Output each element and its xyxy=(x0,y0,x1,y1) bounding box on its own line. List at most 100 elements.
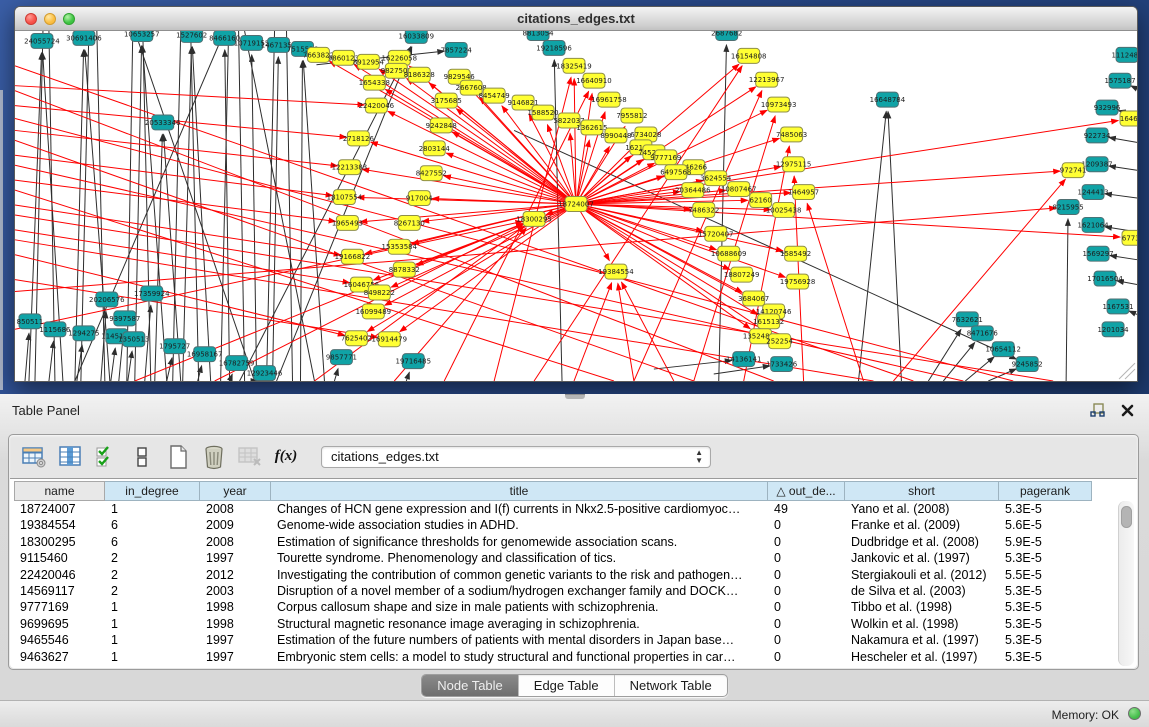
citation-edge-black[interactable] xyxy=(988,369,1016,381)
graph-node-16648784[interactable]: 16648784 xyxy=(870,92,906,107)
graph-node-24055724[interactable]: 24055724 xyxy=(24,33,60,48)
citation-edge-red[interactable] xyxy=(576,171,1060,204)
citation-edge-black[interactable] xyxy=(1131,86,1137,89)
close-panel-icon[interactable] xyxy=(1119,402,1135,418)
graph-node-9857771[interactable]: 9857771 xyxy=(326,350,357,365)
citation-edge-black[interactable] xyxy=(943,343,974,381)
tab-edge-table[interactable]: Edge Table xyxy=(518,675,614,696)
column-header-pagerank[interactable]: pagerank xyxy=(999,481,1092,501)
citation-edge-red[interactable] xyxy=(15,230,350,283)
citation-edge-black[interactable] xyxy=(273,57,279,381)
select-rows-icon[interactable] xyxy=(91,442,121,472)
graph-node-16782759[interactable]: 16782759 xyxy=(219,356,255,371)
column-header-title[interactable]: title xyxy=(271,481,768,501)
table-vertical-scrollbar[interactable] xyxy=(1118,501,1134,666)
table-row[interactable]: 1456911722003Disruption of a novel membe… xyxy=(14,583,1117,599)
citation-edge-black[interactable] xyxy=(1109,137,1137,142)
graph-node-1464957[interactable]: 1464957 xyxy=(788,185,819,200)
citation-edge-red[interactable] xyxy=(893,179,1065,381)
citation-edge-black[interactable] xyxy=(888,112,901,381)
citation-edge-black[interactable] xyxy=(1129,311,1137,314)
citation-edge-red[interactable] xyxy=(371,142,576,204)
scrollbar-thumb[interactable] xyxy=(1121,506,1132,528)
citation-edge-red[interactable] xyxy=(215,224,524,381)
citation-edge-black[interactable] xyxy=(239,31,245,381)
table-settings-icon[interactable] xyxy=(19,442,49,472)
citation-edge-black[interactable] xyxy=(245,31,315,381)
citation-edge-red[interactable] xyxy=(618,283,634,381)
graph-node-16914479[interactable]: 16914479 xyxy=(372,332,408,347)
citation-edge-black[interactable] xyxy=(127,31,133,381)
graph-node-10688609[interactable]: 10688609 xyxy=(711,246,747,261)
graph-node-20206576[interactable]: 20206576 xyxy=(89,292,125,307)
graph-node-10973493[interactable]: 10973493 xyxy=(761,97,797,112)
tab-node-table[interactable]: Node Table xyxy=(422,675,518,696)
graph-node-1654338[interactable]: 1654338 xyxy=(359,75,390,90)
graph-node-19716485[interactable]: 19716485 xyxy=(396,354,432,369)
graph-node-3175685[interactable]: 3175685 xyxy=(431,93,462,108)
graph-node-8498222[interactable]: 8498222 xyxy=(364,285,395,300)
graph-node-1294275[interactable]: 1294275 xyxy=(68,326,99,341)
graph-node-9245852[interactable]: 9245852 xyxy=(1012,357,1043,372)
citation-edge-black[interactable] xyxy=(858,111,886,381)
tab-network-table[interactable]: Network Table xyxy=(614,675,727,696)
table-selector-dropdown[interactable]: citations_edges.txt ▲ ▼ xyxy=(321,446,711,468)
row-height-icon[interactable] xyxy=(127,442,157,472)
graph-node-252254[interactable]: 252254 xyxy=(766,334,793,349)
citation-edge-black[interactable] xyxy=(49,341,54,381)
citation-edge-black[interactable] xyxy=(111,348,115,381)
graph-node-932996[interactable]: 932996 xyxy=(1094,100,1121,115)
citation-edge-black[interactable] xyxy=(1105,194,1137,198)
graph-node-7486322[interactable]: 7486322 xyxy=(688,203,719,218)
graph-node-8267130[interactable]: 8267130 xyxy=(394,215,425,230)
graph-node-1585492[interactable]: 1585492 xyxy=(780,246,811,261)
graph-node-8878332[interactable]: 8878332 xyxy=(389,262,420,277)
graph-node-16640910[interactable]: 16640910 xyxy=(576,73,612,88)
graph-node-1201034[interactable]: 1201034 xyxy=(1097,322,1129,337)
graph-node-8215955[interactable]: 8215955 xyxy=(1053,200,1084,215)
column-header-name[interactable]: name xyxy=(14,481,105,501)
citation-edge-black[interactable] xyxy=(300,61,302,381)
citation-edge-black[interactable] xyxy=(334,369,338,381)
new-table-icon[interactable] xyxy=(163,442,193,472)
graph-node-17359924[interactable]: 17359924 xyxy=(134,286,170,301)
table-row[interactable]: 946554611997Estimation of the future num… xyxy=(14,632,1117,648)
graph-node-19218596[interactable]: 19218596 xyxy=(536,40,572,55)
function-builder-icon[interactable]: f(x) xyxy=(271,442,301,472)
graph-node-7625402[interactable]: 7625402 xyxy=(341,331,372,346)
citation-edge-red[interactable] xyxy=(15,221,522,329)
graph-node-19756928[interactable]: 19756928 xyxy=(780,274,816,289)
graph-node-62160[interactable]: 62160 xyxy=(750,193,772,208)
graph-node-1527602[interactable]: 1527602 xyxy=(176,31,207,42)
citation-edge-red[interactable] xyxy=(15,165,963,381)
citation-edge-black[interactable] xyxy=(97,31,105,381)
graph-node-2803144[interactable]: 2803144 xyxy=(419,141,451,156)
citation-edge-black[interactable] xyxy=(1066,219,1068,381)
graph-node-7632621[interactable]: 7632621 xyxy=(952,312,983,327)
graph-node-18325419[interactable]: 18325419 xyxy=(556,58,592,73)
network-window-titlebar[interactable]: citations_edges.txt xyxy=(15,7,1137,31)
graph-node-7955812[interactable]: 7955812 xyxy=(616,108,647,123)
table-row[interactable]: 1830029562008Estimation of significance … xyxy=(14,534,1117,550)
citation-edge-black[interactable] xyxy=(167,358,172,381)
column-header-in_degree[interactable]: in_degree xyxy=(105,481,200,501)
graph-node-30691406[interactable]: 30691406 xyxy=(66,31,102,45)
graph-node-1115686[interactable]: 1115686 xyxy=(39,322,70,337)
graph-node-1621064[interactable]: 1621064 xyxy=(1078,217,1110,232)
citation-edge-black[interactable] xyxy=(287,31,293,381)
graph-node-20533346[interactable]: 20533346 xyxy=(145,115,181,130)
graph-node-16463[interactable]: 16463 xyxy=(1120,111,1137,126)
graph-node-1615132[interactable]: 1615132 xyxy=(753,314,784,329)
graph-node-1350513[interactable]: 1350513 xyxy=(118,332,149,347)
graph-node-15353584[interactable]: 15353584 xyxy=(382,239,418,254)
citation-edge-black[interactable] xyxy=(183,47,192,381)
graph-node-1795727[interactable]: 1795727 xyxy=(159,339,190,354)
graph-node-1167531[interactable]: 1167531 xyxy=(1102,299,1133,314)
graph-node-9397587[interactable]: 9397587 xyxy=(109,311,140,326)
citation-edge-black[interactable] xyxy=(128,351,132,381)
table-row[interactable]: 1938455462009Genome-wide association stu… xyxy=(14,517,1117,533)
citation-edge-black[interactable] xyxy=(1109,166,1137,170)
citation-edge-black[interactable] xyxy=(928,329,961,381)
graph-node-8186328[interactable]: 8186328 xyxy=(404,67,435,82)
delete-rows-trash-icon[interactable] xyxy=(199,442,229,472)
